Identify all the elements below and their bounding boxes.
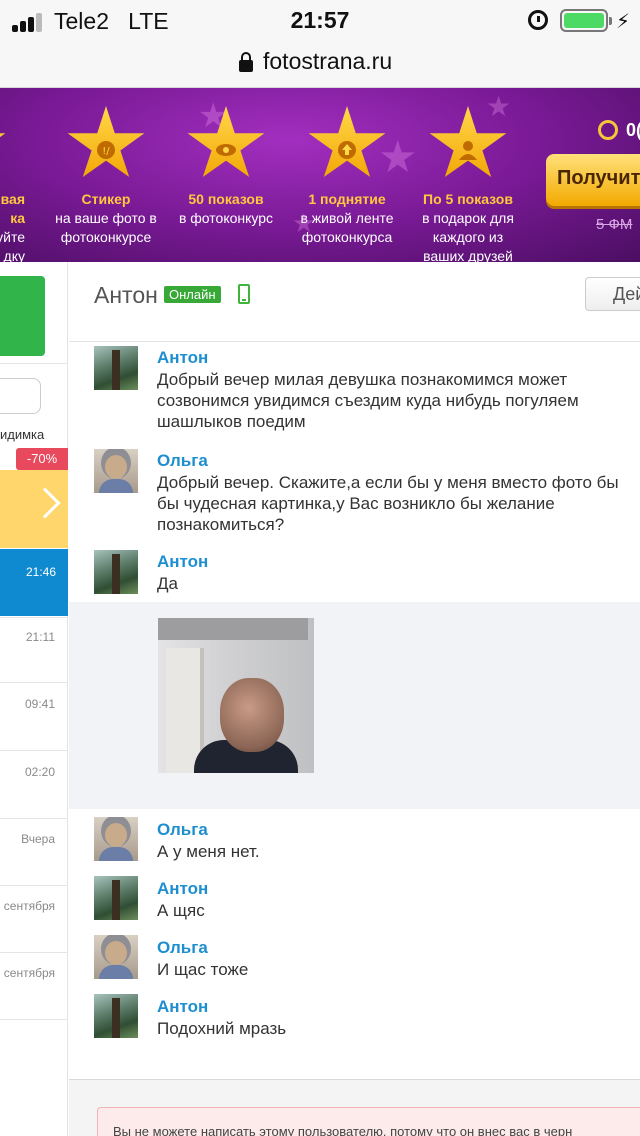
- dialog-time: сентября: [3, 966, 55, 980]
- sender-name[interactable]: Антон: [157, 879, 208, 899]
- battery-icon: [560, 9, 612, 32]
- discount-badge: -70%: [16, 448, 68, 470]
- promo-item-raise[interactable]: 1 поднятие в живой ленте фотоконкурса: [282, 88, 412, 247]
- photo-message: [69, 602, 640, 809]
- sender-name[interactable]: Антон: [157, 997, 208, 1017]
- dialog-time: сентября: [3, 899, 55, 913]
- message-text: Подохний мразь: [157, 1019, 287, 1038]
- mobile-phone-icon: [238, 284, 250, 304]
- partial-star-icon: [0, 106, 6, 177]
- message-text: Да: [157, 574, 178, 593]
- old-price: 5 ФМ: [596, 216, 633, 233]
- alarm-icon: [528, 10, 548, 30]
- promo-arrow-button[interactable]: [0, 470, 68, 548]
- promo-item[interactable]: вая ка уйте дку: [0, 88, 32, 262]
- avatar[interactable]: [94, 449, 138, 493]
- sender-name[interactable]: Ольга: [157, 938, 208, 958]
- svg-text:!/: !/: [102, 146, 110, 157]
- person-icon: [429, 106, 507, 177]
- avatar[interactable]: [94, 550, 138, 594]
- avatar[interactable]: [94, 935, 138, 979]
- dialog-time: 21:11: [25, 630, 55, 644]
- message-text: А щяс: [157, 901, 205, 920]
- status-bar: Tele2 LTE 21:57 ⚡: [0, 0, 640, 40]
- eye-icon: [187, 106, 265, 177]
- get-button[interactable]: Получит: [546, 154, 640, 206]
- avatar[interactable]: [94, 346, 138, 390]
- avatar[interactable]: [94, 994, 138, 1038]
- sender-name[interactable]: Ольга: [157, 451, 208, 471]
- message-text: А у меня нет.: [157, 842, 260, 861]
- message-list: Антон Добрый вечер милая девушка познако…: [69, 343, 640, 1079]
- promo-item-friends[interactable]: По 5 показов в подарок для каждого из ва…: [403, 88, 533, 262]
- promo-item-sticker[interactable]: !/ Стикер на ваше фото в фотоконкурсе: [41, 88, 171, 247]
- online-badge: Онлайн: [164, 286, 221, 303]
- attached-photo[interactable]: [158, 618, 314, 773]
- sender-name[interactable]: Ольга: [157, 820, 208, 840]
- left-search-input[interactable]: [0, 378, 41, 414]
- actions-button[interactable]: Дей: [585, 277, 640, 311]
- charge-icon: ⚡: [616, 11, 631, 33]
- timer-value: 0(: [626, 120, 640, 140]
- message-text: И щас тоже: [157, 960, 249, 979]
- message-text: Добрый вечер. Скажите,а если бы у меня в…: [157, 473, 619, 534]
- dialog-list: идимка -70% 21:46 21:11 09:41 02:20 Вчер…: [0, 262, 68, 1136]
- url-text[interactable]: fotostrana.ru: [263, 48, 392, 75]
- chevron-right-icon: [29, 487, 61, 519]
- avatar[interactable]: [94, 817, 138, 861]
- dialog-time: 02:20: [24, 765, 55, 779]
- message-text: Добрый вечер милая девушка познакомимся …: [157, 370, 579, 431]
- promo-item-views[interactable]: 50 показов в фотоконкурс: [161, 88, 291, 228]
- dialog-time: 21:46: [25, 565, 56, 579]
- promo-banner[interactable]: ★ ★ ★ ★ вая ка уйте дку !/ Стикер на ваш…: [0, 88, 640, 262]
- timer-icon: [598, 120, 618, 140]
- lock-icon: [239, 52, 253, 72]
- sender-name[interactable]: Антон: [157, 552, 208, 572]
- sticker-icon: !/: [67, 106, 145, 177]
- left-green-button[interactable]: [0, 276, 45, 356]
- sender-name[interactable]: Антон: [157, 348, 208, 368]
- url-bar[interactable]: fotostrana.ru: [0, 40, 640, 88]
- invisible-mode-label[interactable]: идимка: [0, 427, 44, 442]
- dialog-item-active[interactable]: 21:46: [0, 549, 68, 616]
- dialog-time: Вчера: [21, 832, 55, 846]
- chat-header: Антон Онлайн Дей: [69, 262, 640, 342]
- dialog-time: 09:41: [24, 697, 55, 711]
- blocked-notice: Вы не можете написать этому пользователю…: [97, 1107, 640, 1136]
- screen: Tele2 LTE 21:57 ⚡ fotostrana.ru ★ ★ ★ ★ …: [0, 0, 640, 1136]
- contact-name[interactable]: Антон: [94, 282, 158, 309]
- up-arrow-icon: [308, 106, 386, 177]
- avatar[interactable]: [94, 876, 138, 920]
